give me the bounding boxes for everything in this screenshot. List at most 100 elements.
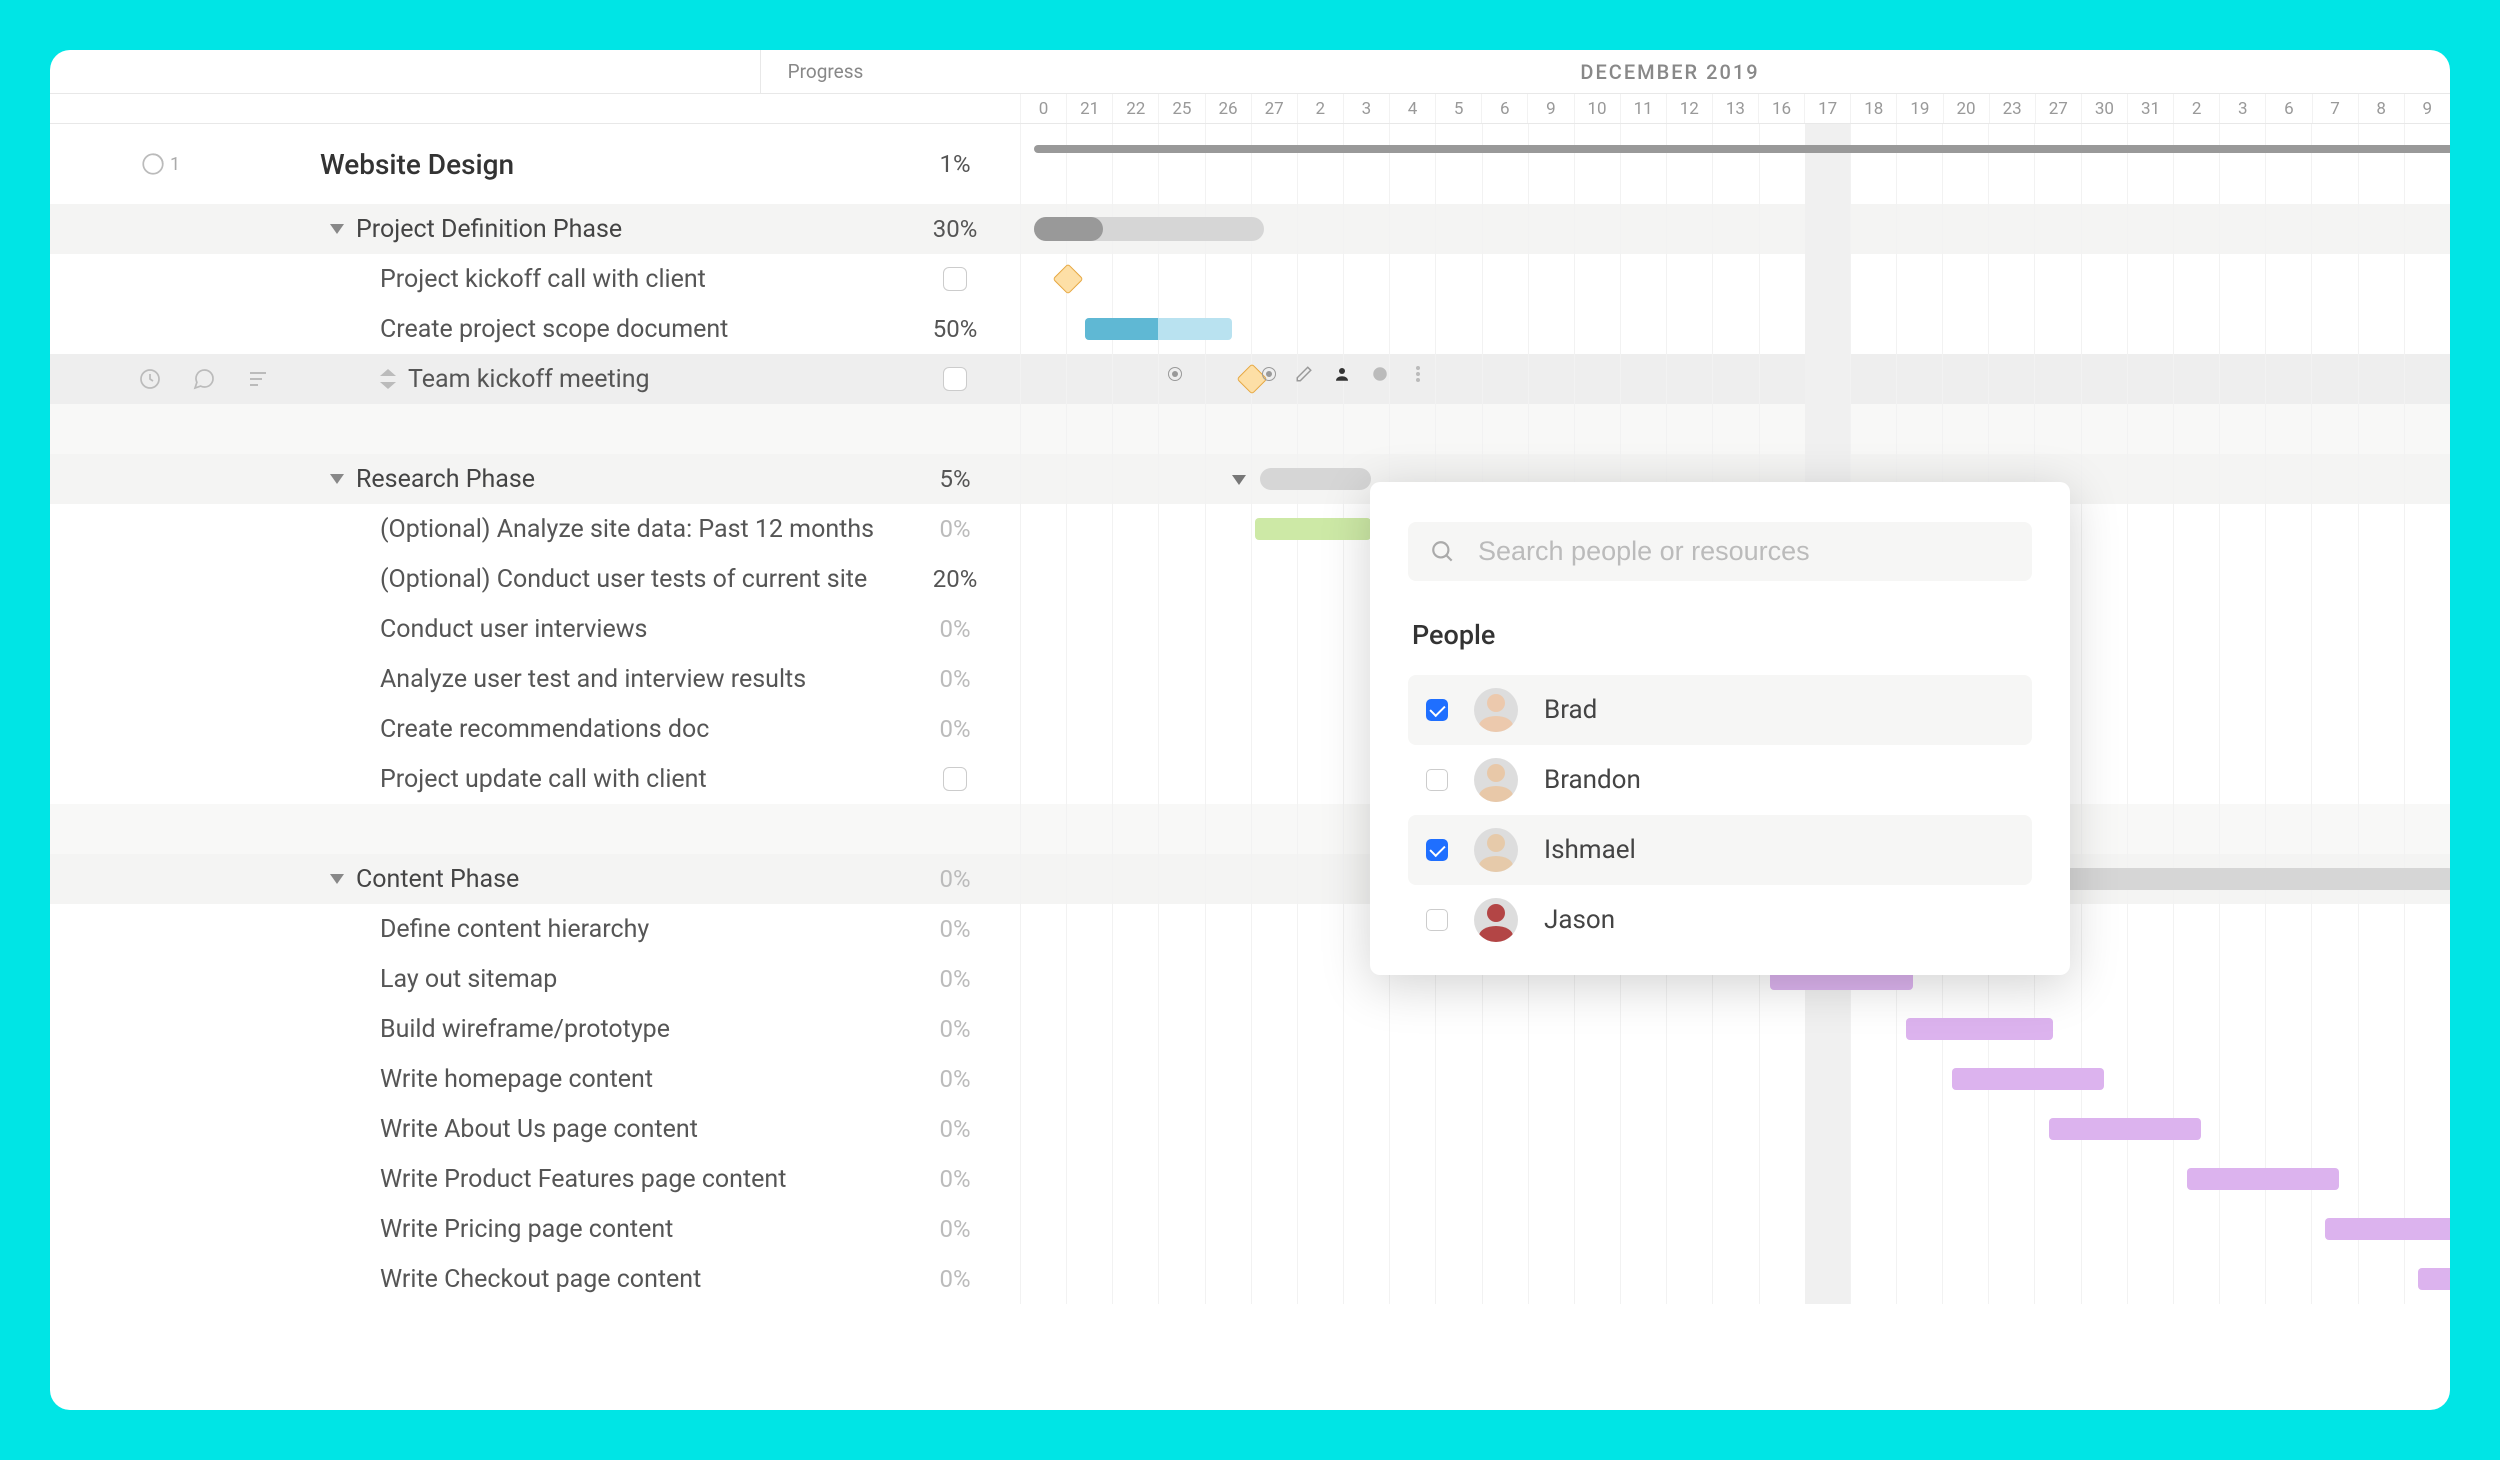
day-column: 27 bbox=[1251, 94, 1297, 123]
people-search-input[interactable] bbox=[1478, 536, 2010, 567]
task-row[interactable]: Write Pricing page content0% bbox=[50, 1204, 2450, 1254]
task-row[interactable]: Write Checkout page content 0% bbox=[50, 1254, 2450, 1304]
edit-icon[interactable] bbox=[1294, 364, 1314, 384]
day-column: 6 bbox=[1481, 94, 1527, 123]
task-row[interactable]: Analyze user test and interview results 0… bbox=[50, 654, 2450, 704]
task-bar[interactable] bbox=[1085, 318, 1233, 340]
person-checkbox[interactable] bbox=[1426, 769, 1448, 791]
task-row[interactable]: Define content hierarchy 0% bbox=[50, 904, 2450, 954]
notes-icon[interactable] bbox=[246, 367, 270, 391]
progress-value: 0% bbox=[939, 665, 970, 693]
phase-label: Content Phase bbox=[356, 865, 519, 894]
project-row[interactable]: 1 Website Design 1% bbox=[50, 124, 2450, 204]
phase-bar[interactable] bbox=[1260, 468, 1371, 490]
task-row[interactable]: Team kickoff meeting bbox=[50, 354, 2450, 404]
clock-icon[interactable] bbox=[138, 367, 162, 391]
collapse-toggle-icon[interactable] bbox=[330, 224, 344, 234]
search-icon bbox=[1430, 539, 1456, 565]
task-row[interactable]: (Optional) Conduct user tests of current… bbox=[50, 554, 2450, 604]
phase-row[interactable]: Content Phase 0% bbox=[50, 854, 2450, 904]
task-label: Create project scope document bbox=[380, 315, 728, 344]
task-row[interactable]: Build wireframe/prototype 0% bbox=[50, 1004, 2450, 1054]
task-bar[interactable] bbox=[2187, 1168, 2339, 1190]
progress-value: 0% bbox=[939, 1015, 970, 1043]
task-label: Write Pricing page content bbox=[380, 1215, 673, 1244]
task-row[interactable]: Create recommendations doc0% bbox=[50, 704, 2450, 754]
task-label: Analyze user test and interview results bbox=[380, 665, 806, 694]
task-checkbox[interactable] bbox=[943, 267, 967, 291]
task-bar[interactable] bbox=[2418, 1268, 2450, 1290]
more-icon[interactable] bbox=[1408, 364, 1428, 384]
task-row[interactable]: Project update call with client bbox=[50, 754, 2450, 804]
task-row[interactable]: Write Product Features page content0% bbox=[50, 1154, 2450, 1204]
task-label: Define content hierarchy bbox=[380, 915, 649, 944]
milestone-marker[interactable] bbox=[1052, 263, 1083, 294]
day-column: 21 bbox=[1066, 94, 1112, 123]
task-row[interactable]: Lay out sitemap0% bbox=[50, 954, 2450, 1004]
task-bar[interactable] bbox=[1255, 518, 1370, 540]
person-checkbox[interactable] bbox=[1426, 699, 1448, 721]
day-column: 17 bbox=[1804, 94, 1850, 123]
collapse-toggle-icon[interactable] bbox=[330, 874, 344, 884]
phase-row[interactable]: Research Phase5% bbox=[50, 454, 2450, 504]
day-column: 31 bbox=[2127, 94, 2173, 123]
radio-option-icon[interactable] bbox=[1168, 367, 1182, 381]
task-row[interactable]: Project kickoff call with client bbox=[50, 254, 2450, 304]
task-bar[interactable] bbox=[1952, 1068, 2104, 1090]
progress-value: 0% bbox=[939, 915, 970, 943]
day-column: 27 bbox=[2035, 94, 2081, 123]
day-column: 13 bbox=[1712, 94, 1758, 123]
collapse-toggle-icon[interactable] bbox=[1232, 475, 1246, 485]
comment-icon[interactable] bbox=[192, 367, 216, 391]
task-row[interactable]: Write About Us page content0% bbox=[50, 1104, 2450, 1154]
task-label: Write Checkout page content bbox=[380, 1265, 701, 1294]
task-label: Team kickoff meeting bbox=[408, 365, 650, 394]
task-checkbox[interactable] bbox=[943, 767, 967, 791]
person-icon[interactable] bbox=[1332, 364, 1352, 384]
comments-icon[interactable]: 1 bbox=[140, 151, 180, 177]
people-section-title: People bbox=[1412, 619, 2032, 651]
project-summary-bar[interactable] bbox=[1034, 145, 2450, 153]
day-column: 7 bbox=[2312, 94, 2358, 123]
person-checkbox[interactable] bbox=[1426, 909, 1448, 931]
task-label: Build wireframe/prototype bbox=[380, 1015, 670, 1044]
people-search-box[interactable] bbox=[1408, 522, 2032, 581]
task-checkbox[interactable] bbox=[943, 367, 967, 391]
day-column: 26 bbox=[1205, 94, 1251, 123]
person-name: Jason bbox=[1544, 905, 1615, 935]
person-row[interactable]: Ishmael bbox=[1408, 815, 2032, 885]
day-column: 4 bbox=[1389, 94, 1435, 123]
task-row[interactable]: (Optional) Analyze site data: Past 12 mo… bbox=[50, 504, 2450, 554]
day-column: 12 bbox=[1666, 94, 1712, 123]
person-name: Brandon bbox=[1544, 765, 1641, 795]
task-bar[interactable] bbox=[2325, 1218, 2450, 1240]
person-row[interactable]: Jason bbox=[1408, 885, 2032, 955]
task-row[interactable]: Write homepage content0% bbox=[50, 1054, 2450, 1104]
day-column: 20 bbox=[1943, 94, 1989, 123]
phase-row[interactable]: Project Definition Phase30% bbox=[50, 204, 2450, 254]
progress-value: 0% bbox=[939, 1265, 970, 1293]
task-label: Conduct user interviews bbox=[380, 615, 647, 644]
collapse-toggle-icon[interactable] bbox=[330, 474, 344, 484]
task-label: Lay out sitemap bbox=[380, 965, 557, 994]
person-row[interactable]: Brad bbox=[1408, 675, 2032, 745]
timeline-month-label: DECEMBER 2019 bbox=[890, 50, 2450, 93]
radio-option-icon[interactable] bbox=[1262, 367, 1276, 381]
phase-bar[interactable] bbox=[1034, 217, 1265, 241]
day-column: 9 bbox=[2404, 94, 2450, 123]
day-column: 10 bbox=[1574, 94, 1620, 123]
drag-handle-icon[interactable] bbox=[380, 369, 396, 389]
progress-value: 0% bbox=[939, 615, 970, 643]
person-checkbox[interactable] bbox=[1426, 839, 1448, 861]
task-row[interactable]: Create project scope document 50% bbox=[50, 304, 2450, 354]
person-row[interactable]: Brandon bbox=[1408, 745, 2032, 815]
task-bar[interactable] bbox=[1906, 1018, 2054, 1040]
task-toolbar bbox=[1168, 364, 1428, 384]
clock-icon[interactable] bbox=[1370, 364, 1390, 384]
progress-value: 50% bbox=[933, 315, 978, 343]
day-column: 23 bbox=[1989, 94, 2035, 123]
progress-value: 0% bbox=[939, 1115, 970, 1143]
task-bar[interactable] bbox=[2049, 1118, 2201, 1140]
progress-value: 0% bbox=[939, 865, 970, 893]
task-row[interactable]: Conduct user interviews 0% bbox=[50, 604, 2450, 654]
